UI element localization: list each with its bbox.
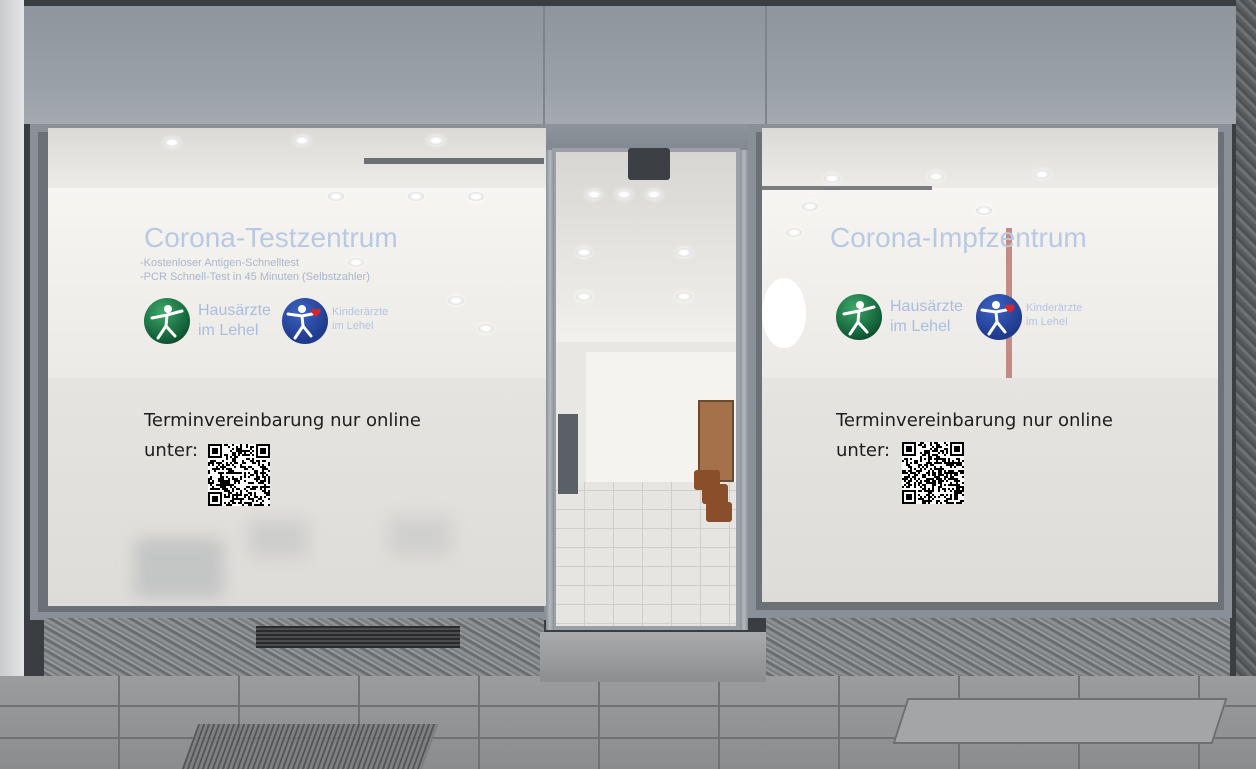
kinderaerzte-label-2: im Lehel (332, 320, 374, 332)
testzentrum-title: Corona-Testzentrum (144, 222, 398, 253)
right-window-glass: Corona-Impfzentrum Hausärzte im Lehel Ki… (762, 128, 1218, 602)
kinderaerzte-logo (976, 294, 1022, 340)
ceiling-light (468, 192, 484, 201)
waiting-chair (706, 502, 732, 522)
ceiling-light (676, 292, 692, 301)
facade-fascia (22, 6, 1240, 124)
left-pillar (0, 0, 24, 680)
heart-icon (311, 308, 321, 317)
ceiling-light (824, 174, 840, 183)
interior-wall (762, 188, 1218, 378)
ceiling-light (802, 202, 818, 211)
kinderaerzte-label-1: Kinderärzte (332, 306, 389, 318)
ventilation-grille (256, 626, 460, 648)
hausaerzte-label-1: Hausärzte (890, 298, 963, 315)
qr-code-icon[interactable] (902, 442, 964, 504)
waiting-chair (702, 484, 728, 504)
hausaerzte-label-2: im Lehel (890, 318, 951, 335)
ceiling-light (576, 292, 592, 301)
corridor-ceiling (556, 152, 736, 342)
facade-seam (765, 6, 767, 124)
light-rail (762, 186, 932, 190)
ceiling-light (616, 190, 632, 199)
ceiling-light (976, 206, 992, 215)
qr-code-graphic (208, 444, 270, 506)
ceiling-light (586, 190, 602, 199)
left-window-glass: Corona-Testzentrum -Kostenloser Antigen-… (48, 128, 548, 606)
ceiling-light (928, 172, 944, 181)
appointment-line-2: unter: (144, 440, 199, 461)
person-figure-icon (150, 305, 184, 340)
light-rail (364, 158, 544, 164)
qr-code-graphic (902, 442, 964, 504)
hausaerzte-logo (836, 294, 882, 340)
drain-grate (181, 724, 439, 769)
person-figure-icon (980, 301, 1015, 336)
blurred-shape (388, 516, 452, 556)
ceiling-light (676, 248, 692, 257)
door-mullion (740, 150, 748, 630)
ceiling-light (328, 192, 344, 201)
impfzentrum-title: Corona-Impfzentrum (830, 222, 1087, 253)
reception-desk (558, 414, 578, 494)
ceiling-light (576, 248, 592, 257)
ceiling-light (1034, 170, 1050, 179)
ceiling-light (448, 296, 464, 305)
entrance-step (540, 632, 766, 682)
hausaerzte-logo (144, 298, 190, 344)
ceiling-light (294, 136, 310, 145)
testzentrum-subtitle-2: -PCR Schnell-Test in 45 Minuten (Selbstz… (140, 271, 370, 283)
sidewalk-slab (892, 698, 1228, 744)
door-mullion (546, 150, 554, 630)
appointment-line-1: Terminvereinbarung nur online (836, 410, 1113, 431)
hausaerzte-label-1: Hausärzte (198, 302, 271, 319)
blurred-shape (248, 518, 308, 558)
blurred-shape (134, 538, 224, 598)
person-figure-icon (286, 305, 321, 340)
heart-icon (1005, 304, 1015, 313)
ceiling-light (786, 228, 802, 237)
ceiling-light (478, 324, 494, 333)
appointment-line-1: Terminvereinbarung nur online (144, 410, 421, 431)
hausaerzte-label-2: im Lehel (198, 322, 259, 339)
entrance-doorway[interactable] (552, 148, 740, 630)
kinderaerzte-label-2: im Lehel (1026, 316, 1068, 328)
appointment-line-2: unter: (836, 440, 891, 461)
kinderaerzte-label-1: Kinderärzte (1026, 302, 1083, 314)
testzentrum-subtitle-1: -Kostenloser Antigen-Schnelltest (140, 257, 299, 269)
facade-seam (543, 6, 545, 124)
ceiling-light (164, 138, 180, 147)
person-figure-icon (842, 301, 876, 336)
ceiling-light (646, 190, 662, 199)
right-pillar (1236, 0, 1256, 680)
ceiling-light (408, 192, 424, 201)
stone-base-right (766, 618, 1230, 680)
ceiling-light (348, 258, 364, 267)
storefront-photo: Corona-Testzentrum -Kostenloser Antigen-… (0, 0, 1256, 769)
door-sensor (628, 148, 670, 180)
qr-code-icon[interactable] (208, 444, 270, 506)
lamp-globe (762, 278, 806, 348)
kinderaerzte-logo (282, 298, 328, 344)
ceiling-light (428, 136, 444, 145)
